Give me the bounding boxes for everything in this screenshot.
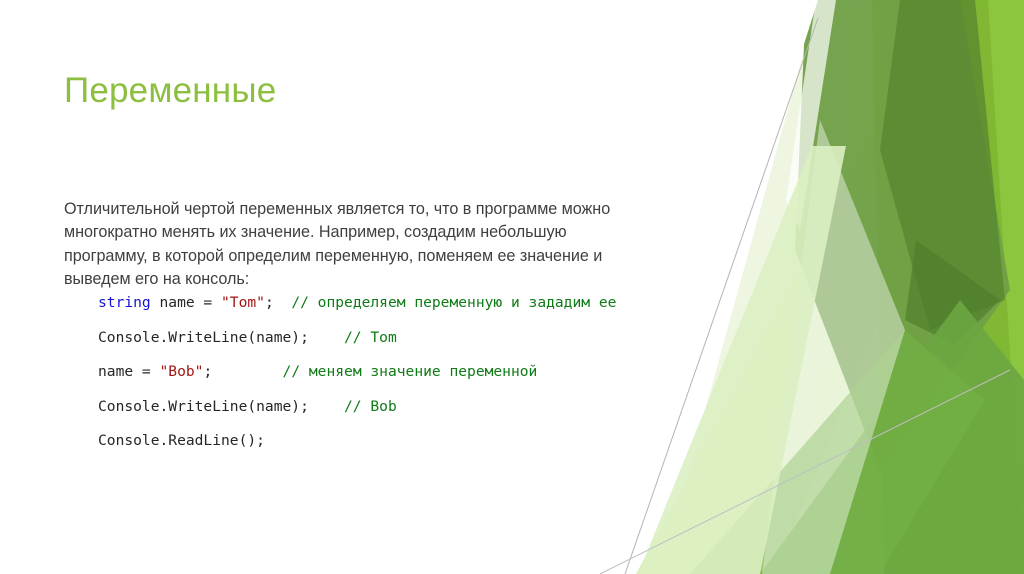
code-token-plain: Console.WriteLine(name); xyxy=(98,397,345,415)
code-token-plain: name = xyxy=(150,294,222,311)
code-token-comment: // меняем значение переменной xyxy=(282,363,538,380)
facet-shape-dark-green xyxy=(880,0,1005,330)
code-token-plain: ; xyxy=(264,294,292,311)
facet-shape-bright-green xyxy=(872,0,1024,574)
facet-shape-lime-right xyxy=(905,0,1024,574)
facet-shape-pale-left xyxy=(797,0,1024,574)
code-line: string name = "Tom"; // определяем перем… xyxy=(98,286,798,321)
facet-shape-dark-overlap xyxy=(905,240,1000,345)
code-token-keyword: string xyxy=(98,294,151,311)
code-line: Console.WriteLine(name); // Bob xyxy=(98,390,798,425)
code-token-plain: name = xyxy=(98,363,160,380)
slide-title: Переменные xyxy=(64,71,277,111)
code-token-comment: // определяем переменную и зададим ее xyxy=(291,294,617,311)
presentation-slide: Переменные Отличительной чертой переменн… xyxy=(0,0,1024,574)
code-token-plain: Console.WriteLine(name); xyxy=(98,328,345,346)
code-token-plain: Console.ReadLine(); xyxy=(98,432,265,449)
facet-shape-mid-green-upper xyxy=(795,0,1010,470)
code-line: name = "Bob"; // меняем значение перемен… xyxy=(98,355,798,390)
code-token-plain: ; xyxy=(203,363,283,380)
facet-shape-mid-green-lower xyxy=(760,300,1024,574)
code-line: Console.WriteLine(name); // Tom xyxy=(98,321,798,356)
code-line: Console.ReadLine(); xyxy=(98,424,798,459)
code-token-comment: // Tom xyxy=(344,328,397,346)
code-token-comment: // Bob xyxy=(344,397,397,415)
code-block: string name = "Tom"; // определяем перем… xyxy=(98,286,798,459)
code-token-string: "Bob" xyxy=(159,363,204,380)
code-token-string: "Tom" xyxy=(221,294,265,311)
slide-body-paragraph: Отличительной чертой переменных является… xyxy=(64,200,611,288)
facet-shape-light-sliver-top xyxy=(786,0,836,230)
